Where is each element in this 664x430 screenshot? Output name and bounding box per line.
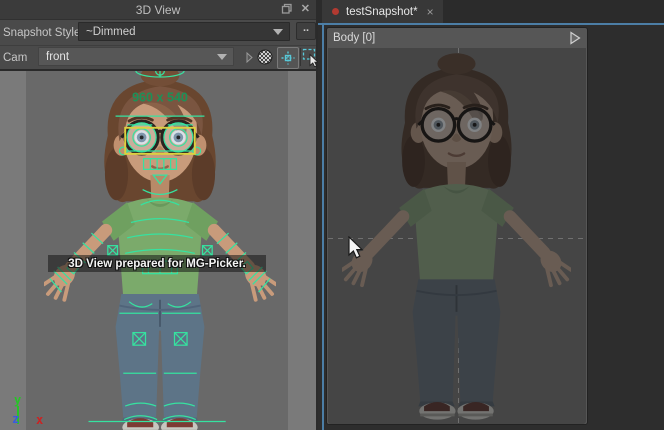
cam-label: Cam — [3, 52, 27, 64]
restore-window-icon[interactable] — [281, 3, 293, 15]
axis-z-label: z — [12, 412, 19, 426]
toolbar-separator — [300, 48, 301, 66]
resolution-gate-icon[interactable] — [277, 47, 299, 69]
tab-bar: testSnapshot* × — [318, 0, 664, 23]
camera-row: Cam front — [0, 46, 316, 71]
snapshot-widget: Body [0] — [326, 27, 588, 425]
snapshot-header[interactable]: Body [0] — [327, 28, 587, 48]
axis-x-label: x — [36, 413, 43, 427]
snapshot-style-label: Snapshot Style — [3, 27, 80, 39]
shaded-sphere-icon[interactable] — [256, 48, 274, 66]
snapshot-style-dropdown[interactable]: ~Dimmed — [78, 22, 290, 41]
rigged-character: 960 x 540 — [44, 71, 276, 430]
snapshot-style-more-button[interactable]: .. — [296, 22, 316, 40]
tab-test-snapshot[interactable]: testSnapshot* × — [322, 0, 443, 23]
dimmed-character — [342, 52, 571, 420]
close-panel-icon[interactable]: ✕ — [301, 2, 310, 16]
mg-picker-overlay: 3D View prepared for MG-Picker. — [48, 255, 266, 272]
focus-border-left — [322, 25, 324, 430]
3d-viewport[interactable]: 960 x 540 3D View prepared for MG-Picker… — [0, 71, 316, 430]
play-expand-icon[interactable] — [569, 31, 581, 45]
panel-title: 3D View — [136, 3, 180, 17]
marquee-select-icon[interactable] — [302, 47, 319, 67]
unsaved-dot-icon — [332, 8, 339, 15]
app-window: 3D View ✕ Snapshot Style ~Dimmed .. Cam … — [0, 0, 664, 430]
resolution-gate-margin-right — [288, 71, 316, 430]
focus-border-top — [318, 23, 664, 25]
axis-gizmo: y z x — [6, 393, 62, 427]
mouse-cursor — [348, 236, 364, 259]
snapshot-title: Body [0] — [333, 32, 375, 44]
snapshot-viewport[interactable] — [328, 48, 586, 424]
snapshot-style-row: Snapshot Style ~Dimmed .. — [0, 20, 316, 46]
snapshot-panel: testSnapshot* × Body [0] — [318, 0, 664, 430]
chevron-down-icon — [273, 29, 283, 35]
axis-y-label: y — [14, 393, 21, 407]
3d-view-titlebar[interactable]: 3D View ✕ — [0, 0, 316, 20]
tab-close-icon[interactable]: × — [427, 5, 434, 19]
resolution-gate-label: 960 x 540 — [132, 91, 188, 105]
3d-view-panel: 3D View ✕ Snapshot Style ~Dimmed .. Cam … — [0, 0, 318, 430]
camera-dropdown[interactable]: front — [38, 47, 234, 66]
resolution-gate-margin-left — [0, 71, 26, 430]
chevron-down-icon — [217, 54, 227, 60]
expand-arrow-icon[interactable] — [246, 52, 253, 63]
